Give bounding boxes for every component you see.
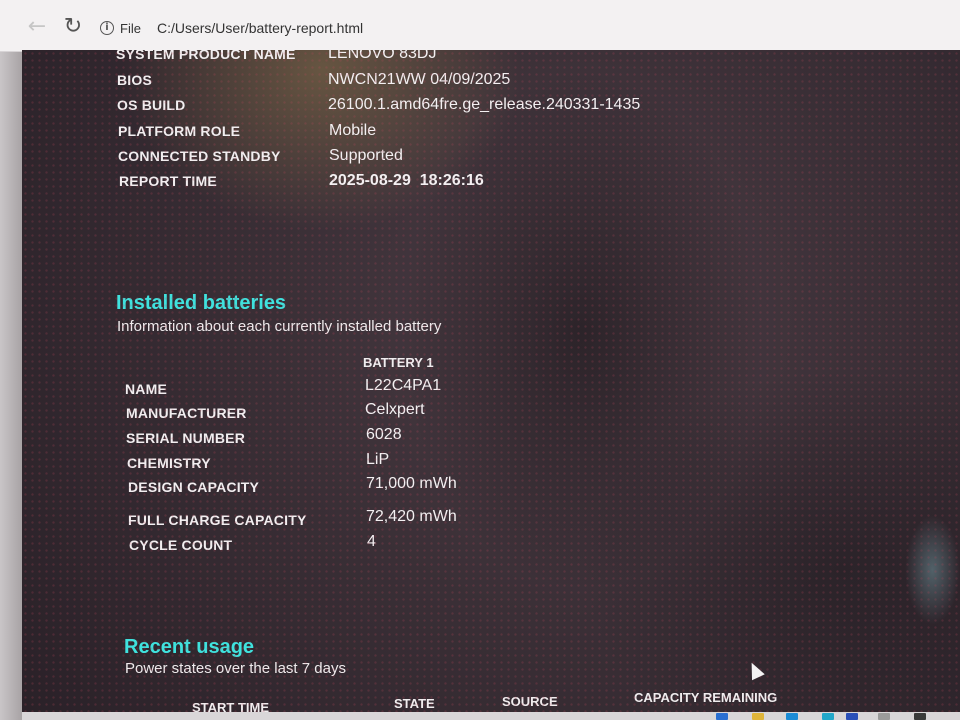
battery-value: LiP — [366, 451, 390, 468]
battery-value: 6028 — [366, 426, 402, 443]
app-icon[interactable] — [846, 713, 858, 720]
system-value: LENOVO 83DJ — [328, 50, 437, 62]
back-arrow-icon[interactable]: ← — [24, 14, 50, 40]
battery-label: CYCLE COUNT — [129, 537, 233, 553]
reload-icon[interactable]: ↻ — [60, 14, 86, 40]
taskbar — [22, 712, 960, 720]
recent-usage-subtitle: Power states over the last 7 days — [125, 660, 346, 677]
app-icon[interactable] — [878, 713, 890, 720]
battery-label: MANUFACTURER — [126, 405, 247, 421]
system-label: SYSTEM PRODUCT NAME — [116, 50, 296, 62]
browser-toolbar: ← ↻ i File C:/Users/User/battery-report.… — [0, 0, 960, 52]
info-icon[interactable]: i — [100, 21, 114, 35]
usage-column-header: CAPACITY REMAINING — [634, 690, 778, 705]
battery-value: 72,420 mWh — [366, 508, 457, 525]
system-label: OS BUILD — [117, 97, 186, 113]
system-label: REPORT TIME — [119, 173, 217, 189]
battery-report-page: SYSTEM PRODUCT NAME LENOVO 83DJ BIOS NWC… — [22, 50, 960, 712]
url-text[interactable]: C:/Users/User/battery-report.html — [157, 20, 363, 36]
battery-label: SERIAL NUMBER — [126, 430, 246, 446]
system-label: BIOS — [117, 72, 153, 88]
report-time-value: 2025-08-29 18:26:16 — [329, 172, 484, 189]
file-explorer-icon[interactable] — [752, 713, 764, 720]
battery-value: 4 — [367, 533, 376, 550]
battery-column-header: BATTERY 1 — [363, 355, 434, 370]
windows-start-icon[interactable] — [716, 713, 728, 720]
address-bar[interactable]: i File C:/Users/User/battery-report.html — [100, 14, 800, 42]
system-value: Supported — [329, 147, 403, 164]
battery-label: FULL CHARGE CAPACITY — [128, 512, 307, 528]
battery-value: Celxpert — [365, 401, 425, 418]
battery-value: L22C4PA1 — [365, 377, 442, 394]
installed-batteries-title: Installed batteries — [116, 292, 287, 314]
usage-column-header: SOURCE — [502, 694, 558, 709]
system-label: CONNECTED STANDBY — [118, 148, 281, 164]
edge-icon[interactable] — [822, 713, 834, 720]
system-value: Mobile — [329, 122, 377, 139]
app-icon[interactable] — [786, 713, 798, 720]
recent-usage-title: Recent usage — [124, 636, 255, 658]
system-value: NWCN21WW 04/09/2025 — [328, 71, 511, 88]
screen-bezel — [0, 52, 22, 720]
system-label: PLATFORM ROLE — [118, 123, 241, 139]
system-value: 26100.1.amd64fre.ge_release.240331-1435 — [328, 96, 641, 113]
usage-column-header: START TIME — [192, 700, 270, 712]
file-label: File — [120, 20, 141, 36]
battery-label: DESIGN CAPACITY — [128, 479, 260, 495]
screen-reflection — [905, 515, 960, 625]
installed-batteries-subtitle: Information about each currently install… — [117, 318, 442, 335]
battery-value: 71,000 mWh — [366, 475, 457, 492]
usage-column-header: STATE — [394, 696, 435, 711]
battery-label: CHEMISTRY — [127, 455, 211, 471]
app-icon[interactable] — [914, 713, 926, 720]
battery-label: NAME — [125, 381, 168, 397]
